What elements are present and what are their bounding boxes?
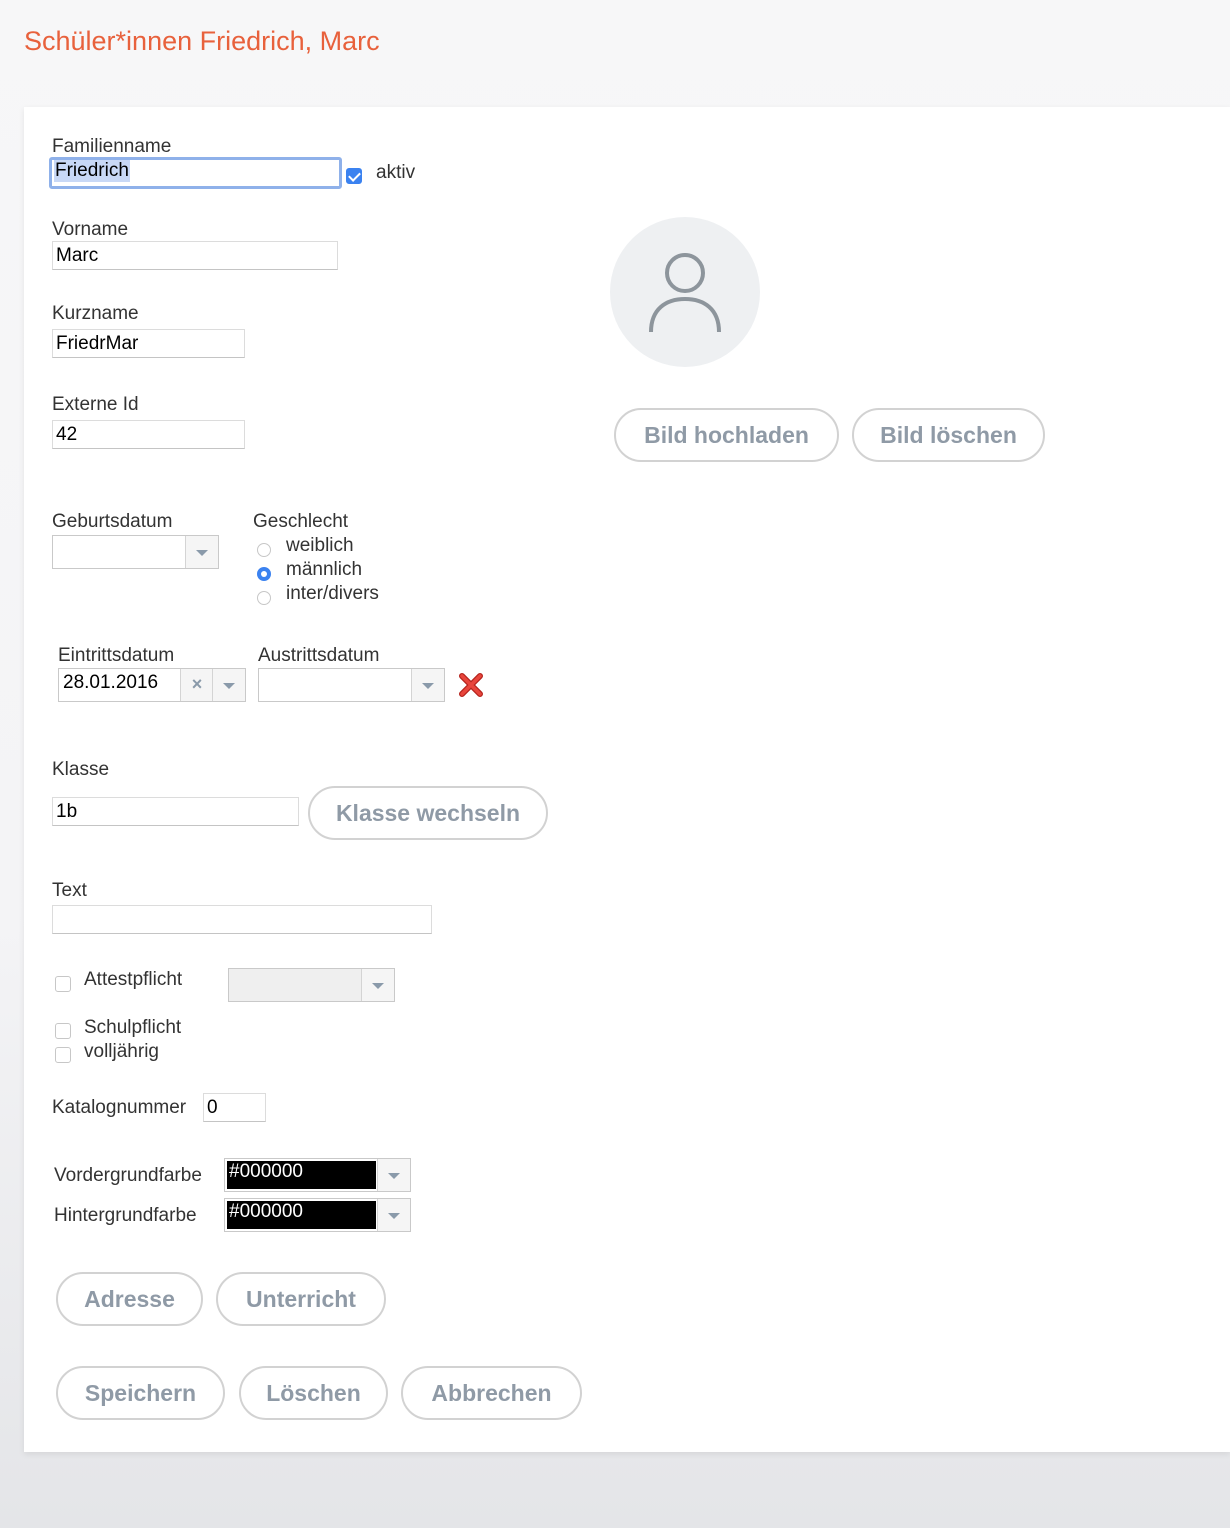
red-x-icon[interactable]	[458, 672, 484, 698]
vordergrundfarbe-value: #000000	[229, 1161, 303, 1182]
adresse-button[interactable]: Adresse	[56, 1272, 203, 1326]
eintrittsdatum-label: Eintrittsdatum	[58, 645, 175, 666]
hintergrundfarbe-label: Hintergrundfarbe	[54, 1205, 197, 1226]
speichern-button[interactable]: Speichern	[56, 1366, 225, 1420]
geschlecht-radio-maennlich[interactable]	[257, 567, 271, 581]
geburtsdatum-label: Geburtsdatum	[52, 511, 173, 532]
austrittsdatum-label: Austrittsdatum	[258, 645, 380, 666]
chevron-down-icon	[361, 969, 394, 1001]
attestpflicht-checkbox[interactable]	[55, 976, 71, 992]
externe-id-label: Externe Id	[52, 394, 139, 415]
klasse-input[interactable]: 1b	[52, 797, 299, 826]
geschlecht-option-inter: inter/divers	[286, 583, 379, 604]
katalognummer-input[interactable]: 0	[203, 1093, 266, 1122]
familienname-label: Familienname	[52, 136, 172, 157]
unterricht-button[interactable]: Unterricht	[216, 1272, 386, 1326]
bild-hochladen-button[interactable]: Bild hochladen	[614, 408, 839, 462]
vordergrundfarbe-picker[interactable]: #000000	[224, 1158, 411, 1192]
aktiv-label: aktiv	[376, 162, 416, 183]
vorname-label: Vorname	[52, 219, 129, 240]
page-title: Schüler*innen Friedrich, Marc	[24, 26, 380, 56]
kurzname-input[interactable]: FriedrMar	[52, 329, 245, 358]
aktiv-checkbox[interactable]	[346, 168, 362, 184]
eintrittsdatum-value: 28.01.2016	[63, 672, 159, 693]
loeschen-button[interactable]: Löschen	[239, 1366, 388, 1420]
klasse-label: Klasse	[52, 759, 110, 780]
hintergrundfarbe-picker[interactable]: #000000	[224, 1198, 411, 1232]
kurzname-label: Kurzname	[52, 303, 139, 324]
chevron-down-icon[interactable]	[212, 669, 245, 701]
geburtsdatum-datepicker[interactable]	[52, 535, 219, 569]
user-placeholder-icon	[649, 253, 721, 333]
geschlecht-radio-weiblich[interactable]	[257, 543, 271, 557]
geschlecht-option-weiblich: weiblich	[286, 535, 354, 556]
familienname-input[interactable]: Friedrich	[49, 157, 342, 189]
schulpflicht-checkbox[interactable]	[55, 1023, 71, 1039]
abbrechen-button[interactable]: Abbrechen	[401, 1366, 582, 1420]
schulpflicht-label: Schulpflicht	[84, 1017, 182, 1038]
katalognummer-label: Katalognummer	[52, 1097, 187, 1118]
text-label: Text	[52, 880, 87, 901]
geschlecht-option-maennlich: männlich	[286, 559, 363, 580]
attestpflicht-select	[228, 968, 395, 1002]
externe-id-input[interactable]: 42	[52, 420, 245, 449]
familienname-value: Friedrich	[54, 160, 130, 182]
chevron-down-icon[interactable]	[377, 1159, 410, 1191]
volljaehrig-label: volljährig	[84, 1041, 159, 1062]
austrittsdatum-datepicker[interactable]	[258, 668, 445, 702]
avatar	[610, 217, 760, 367]
chevron-down-icon[interactable]	[411, 669, 444, 701]
geschlecht-radio-inter[interactable]	[257, 591, 271, 605]
text-input[interactable]	[52, 905, 432, 934]
attestpflicht-label: Attestpflicht	[84, 969, 183, 990]
vordergrundfarbe-label: Vordergrundfarbe	[54, 1165, 202, 1186]
vorname-input[interactable]: Marc	[52, 241, 338, 270]
clear-icon[interactable]: ×	[180, 669, 213, 701]
eintrittsdatum-datepicker[interactable]: 28.01.2016 ×	[58, 668, 246, 702]
chevron-down-icon[interactable]	[185, 536, 218, 568]
bild-loeschen-button[interactable]: Bild löschen	[852, 408, 1045, 462]
geschlecht-label: Geschlecht	[253, 511, 349, 532]
chevron-down-icon[interactable]	[377, 1199, 410, 1231]
hintergrundfarbe-value: #000000	[229, 1201, 303, 1222]
klasse-wechseln-button[interactable]: Klasse wechseln	[308, 786, 548, 840]
volljaehrig-checkbox[interactable]	[55, 1047, 71, 1063]
